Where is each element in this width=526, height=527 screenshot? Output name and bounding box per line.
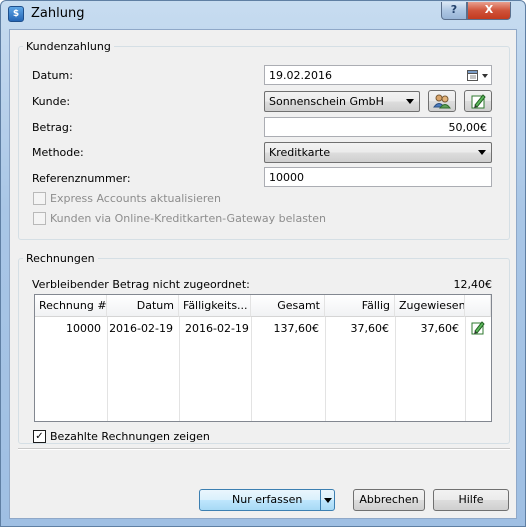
reference-label: Referenznummer: <box>32 172 131 185</box>
row-due: 37,60€ <box>350 322 390 335</box>
method-value: Kreditkarte <box>269 146 331 159</box>
gateway-charge-checkbox[interactable] <box>33 212 46 225</box>
method-select[interactable]: Kreditkarte <box>264 142 492 163</box>
customers-icon <box>433 94 451 109</box>
column-header-due[interactable]: Fällig <box>325 295 395 317</box>
edit-customer-button[interactable] <box>464 90 492 112</box>
payment-group-legend: Kundenzahlung <box>26 40 111 53</box>
column-header-total[interactable]: Gesamt <box>251 295 325 317</box>
row-date: 2016-02-19 <box>109 322 173 335</box>
payment-window: $ Zahlung ? X Kundenzahlung Datum: 19.02… <box>0 0 526 527</box>
reference-field[interactable]: 10000 <box>264 167 492 187</box>
customer-select[interactable]: Sonnenschein GmbH <box>264 91 420 112</box>
unassigned-value: 12,40€ <box>453 278 493 291</box>
customer-dropdown-arrow-icon <box>406 99 414 104</box>
edit-icon[interactable] <box>470 321 486 335</box>
record-only-label: Nur erfassen <box>232 493 303 506</box>
express-accounts-checkbox[interactable] <box>33 192 46 205</box>
date-value: 19.02.2016 <box>269 69 332 82</box>
method-label: Methode: <box>32 146 84 159</box>
show-paid-label: Bezahlte Rechnungen zeigen <box>50 430 210 443</box>
customer-list-button[interactable] <box>428 90 456 112</box>
row-total: 137,60€ <box>273 322 320 335</box>
invoices-group-legend: Rechnungen <box>26 252 95 265</box>
show-paid-checkbox[interactable]: ✓ <box>33 430 46 443</box>
amount-label: Betrag: <box>32 121 73 134</box>
date-field[interactable]: 19.02.2016 <box>264 65 492 85</box>
customer-label: Kunde: <box>32 95 71 108</box>
title-bar[interactable]: $ Zahlung ? X <box>1 1 525 27</box>
help-button[interactable]: Hilfe <box>433 489 509 511</box>
invoices-table[interactable]: Rechnung # Datum Fälligkeits... Gesamt F… <box>34 294 492 422</box>
column-header-invoice-number[interactable]: Rechnung # <box>35 295 107 317</box>
row-assigned[interactable]: 37,60€ <box>395 322 460 335</box>
close-button[interactable]: X <box>467 2 511 20</box>
date-dropdown-arrow-icon[interactable] <box>482 74 488 78</box>
edit-icon <box>471 94 486 109</box>
gateway-charge-label: Kunden via Online-Kreditkarten-Gateway b… <box>50 212 326 225</box>
column-header-edit <box>465 295 491 317</box>
amount-field[interactable]: 50,00€ <box>264 117 492 137</box>
method-dropdown-arrow-icon <box>478 150 486 155</box>
row-invoice-number: 10000 <box>66 322 101 335</box>
help-caption-button[interactable]: ? <box>441 2 467 20</box>
cancel-button[interactable]: Abbrechen <box>353 489 425 511</box>
checkmark-icon: ✓ <box>35 431 44 442</box>
calendar-icon[interactable] <box>467 69 479 81</box>
app-icon: $ <box>8 6 24 22</box>
customer-value: Sonnenschein GmbH <box>269 95 384 108</box>
record-only-button[interactable]: Nur erfassen <box>199 489 335 511</box>
row-due-date: 2016-02-19 <box>185 322 249 335</box>
express-accounts-label: Express Accounts aktualisieren <box>50 192 221 205</box>
column-header-date[interactable]: Datum <box>107 295 179 317</box>
unassigned-label: Verbleibender Betrag nicht zugeordnet: <box>32 278 250 291</box>
amount-value: 50,00€ <box>448 121 488 134</box>
button-separator <box>18 448 510 450</box>
date-label: Datum: <box>32 69 73 82</box>
column-header-due-date[interactable]: Fälligkeits... <box>179 295 251 317</box>
column-header-assigned[interactable]: Zugewiesen <box>395 295 465 317</box>
chevron-down-icon <box>324 498 332 503</box>
window-title: Zahlung <box>31 6 85 21</box>
dialog-body: Kundenzahlung Datum: 19.02.2016 Kunde: S… <box>9 29 517 519</box>
reference-value: 10000 <box>269 171 304 184</box>
record-split-dropdown[interactable] <box>320 490 334 510</box>
